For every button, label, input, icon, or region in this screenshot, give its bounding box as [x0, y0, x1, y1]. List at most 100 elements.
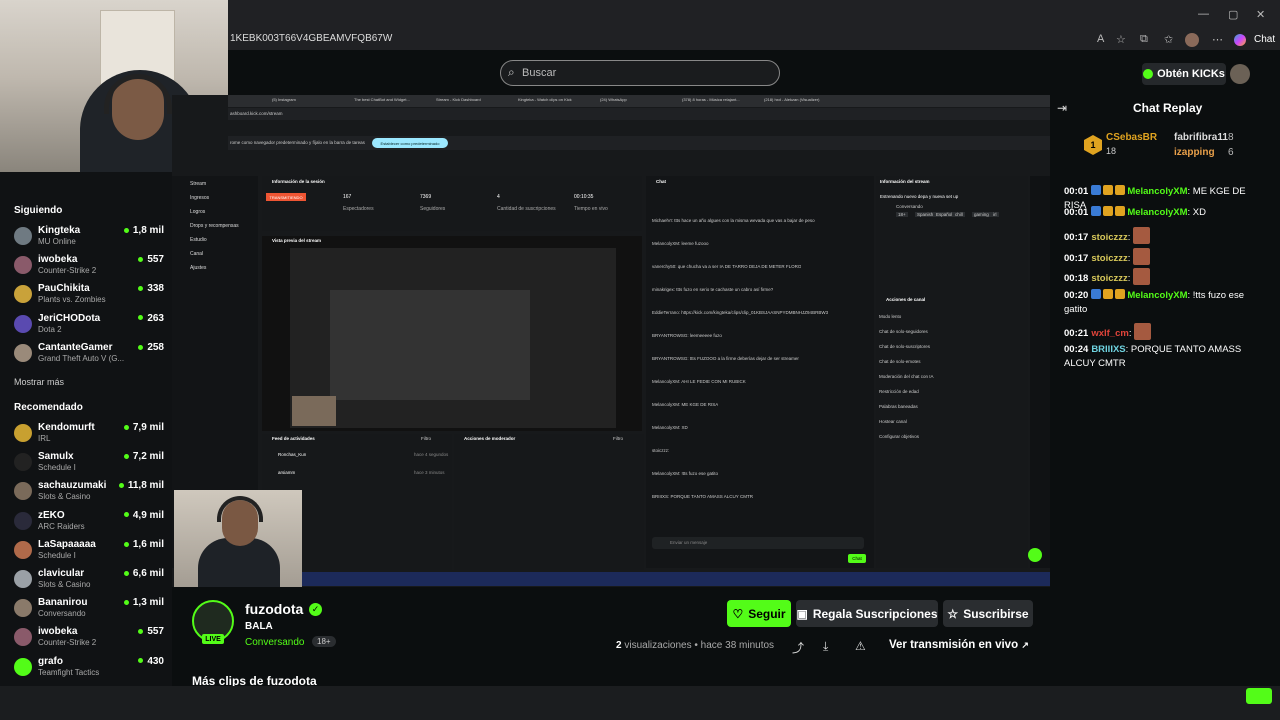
stream-tag: chill [953, 212, 965, 217]
inner-browser-tabs [228, 95, 1050, 107]
message-text: : [1127, 253, 1131, 264]
download-icon[interactable]: ⤓ [823, 639, 828, 654]
inner-url: ashboard.kick.com/stream [230, 111, 283, 116]
dashboard-nav-item: Stream [190, 181, 207, 187]
channel-name: PauChikita [38, 283, 90, 295]
message-username[interactable]: MelancolyXM [1127, 186, 1187, 197]
sidebar-channel-item[interactable]: Kendomurft IRL 7,9 mil [14, 422, 164, 450]
dashboard-nav-item: Ingresos [190, 195, 210, 201]
chat-replay-panel [1050, 95, 1280, 687]
channel-avatar-icon [14, 314, 32, 333]
dashboard-nav-item: Ajustes [190, 265, 207, 271]
stat-value: 7369 [420, 194, 432, 200]
channel-avatar-icon [14, 657, 32, 676]
sidebar-channel-item[interactable]: JeriCHODota Dota 2 263 [14, 313, 164, 341]
preview-webcam [292, 396, 336, 426]
message-username[interactable]: BRIIIXS [1091, 344, 1125, 355]
get-kicks-button[interactable]: Obtén KICKs [1142, 63, 1226, 85]
inner-chat-line: vanerchy50: que chucha va a ser IA DE TA… [652, 264, 802, 269]
crown-badge-icon [1103, 206, 1114, 216]
sidebar-channel-item[interactable]: iwobeka Counter-Strike 2 557 [14, 626, 164, 654]
stream-tag: irl [991, 212, 999, 217]
inner-status-icon [1028, 548, 1042, 562]
sidebar-channel-item[interactable]: clavicular Slots & Casino 6,6 mil [14, 568, 164, 596]
inner-chat-line: MelancolyXM: XD [652, 425, 688, 430]
show-more-link[interactable]: Mostrar más [14, 377, 64, 387]
message-username[interactable]: stoiczzz [1091, 253, 1127, 264]
follow-button[interactable]: ♡ Seguir [727, 600, 791, 627]
sidebar-channel-item[interactable]: CantanteGamer Grand Theft Auto V (G... 258 [14, 342, 164, 370]
message-username[interactable]: stoiczzz [1091, 273, 1127, 284]
category-link[interactable]: Conversando [245, 637, 304, 648]
top-gifter-1-name[interactable]: CSebasBR [1106, 132, 1157, 143]
sidebar-channel-item[interactable]: Kingteka MU Online 1,8 mil [14, 225, 164, 253]
sidebar-channel-item[interactable]: zEKO ARC Raiders 4,9 mil [14, 510, 164, 538]
sidebar-channel-item[interactable]: LaSapaaaaa Schedule I 1,6 mil [14, 539, 164, 567]
inner-chat-placeholder: Enviar un mensaje [670, 540, 708, 545]
channel-name: Kingteka [38, 225, 81, 236]
message-username[interactable]: wxlf_cm [1091, 328, 1129, 339]
top-gifter-3-name[interactable]: izapping [1174, 147, 1215, 158]
inner-tab: (5) Instagram [272, 97, 296, 102]
channel-action-item: Restricción de edad [879, 389, 919, 394]
channel-avatar-icon [14, 453, 32, 472]
crown-badge-icon [1103, 289, 1114, 299]
inner-chat-line: MelancolyXM: ME KGE DE RISA [652, 402, 719, 407]
feed-name: arsiamm [278, 470, 296, 475]
kick-corner-icon[interactable] [1246, 688, 1272, 704]
inner-chat-line: BRYANTROWSG: ttts FUZOOO a la firme debe… [652, 356, 799, 361]
copilot-chat-label[interactable]: Chat [1254, 34, 1275, 45]
user-avatar[interactable] [1230, 64, 1250, 84]
channel-name: clavicular [38, 568, 85, 579]
share-icon[interactable]: ⤴ [792, 639, 804, 656]
favorites-icon[interactable]: ✩ [1164, 33, 1173, 46]
verified-badge-icon [1091, 206, 1102, 216]
message-username[interactable]: MelancolyXM [1127, 290, 1187, 301]
stream-tag: Spanish [915, 212, 936, 217]
sidebar-channel-item[interactable]: PauChikita Plants vs. Zombies 338 [14, 283, 164, 311]
feed-time: hace 4 segundos [414, 452, 449, 457]
channel-avatar-icon [14, 227, 32, 245]
message-time: 00:21 [1064, 328, 1089, 339]
heart-icon: ♡ [732, 606, 744, 621]
profile-icon[interactable] [1185, 33, 1199, 47]
sidebar-channel-item[interactable]: grafo Teamfight Tactics 430 [14, 656, 164, 684]
maximize-icon[interactable]: ▢ [1228, 8, 1238, 21]
close-icon[interactable]: ✕ [1256, 8, 1265, 21]
message-username[interactable]: MelancolyXM [1127, 207, 1187, 218]
top-gifter-2-name[interactable]: fabrifibra11 [1174, 132, 1228, 143]
chat-message: 00:17 stoiczzz: [1064, 227, 1269, 245]
report-icon[interactable]: ⚠ [855, 639, 866, 653]
sidebar-channel-item[interactable]: sachauzumaki Slots & Casino 11,8 mil [14, 480, 164, 508]
sidebar-channel-item[interactable]: iwobeka Counter-Strike 2 557 [14, 254, 164, 282]
subscribe-button[interactable]: ☆ Suscribirse [943, 600, 1033, 627]
viewer-count: 557 [138, 254, 164, 265]
stat-value: 00:10:35 [574, 194, 594, 200]
favorite-star-icon[interactable]: ☆ [1116, 33, 1126, 46]
get-kicks-label: Obtén KICKs [1157, 68, 1225, 80]
external-link-icon: ↗ [1021, 640, 1029, 650]
more-menu-icon[interactable]: ⋯ [1212, 33, 1223, 46]
inner-tab: (24) WhatsApp [600, 97, 627, 102]
chat-message: 00:21 wxlf_cm: [1064, 323, 1269, 341]
gifter-badge-icon [1115, 206, 1126, 216]
gift-subs-button[interactable]: ▣ Regala Suscripciones [796, 600, 938, 627]
read-aloud-icon[interactable]: A [1097, 33, 1104, 45]
minimize-icon[interactable]: — [1198, 8, 1209, 20]
feed-title: Feed de actividades [272, 436, 315, 441]
sidebar-channel-item[interactable]: Bananirou Conversando 1,3 mil [14, 597, 164, 625]
extensions-icon[interactable]: ⧉ [1140, 33, 1148, 46]
top-gifter-3-count: 6 [1228, 147, 1234, 158]
sidebar-channel-item[interactable]: Samulx Schedule I 7,2 mil [14, 451, 164, 479]
url-text[interactable]: 1KEBK003T66V4GBEAMVFQB67W [230, 33, 392, 44]
collapse-chat-icon[interactable]: ⇥ [1057, 101, 1067, 115]
channel-name: Kendomurft [38, 422, 95, 433]
viewer-count: 7,9 mil [124, 422, 164, 433]
watch-live-link[interactable]: Ver transmisión en vivo ↗ [889, 639, 1029, 651]
channel-name[interactable]: fuzodota [245, 601, 303, 617]
message-username[interactable]: stoiczzz [1091, 232, 1127, 243]
status-badge: TRANSMITIENDO [266, 193, 306, 201]
verified-badge-icon [1091, 289, 1102, 299]
chat-replay-title: Chat Replay [1133, 101, 1203, 115]
copilot-icon[interactable] [1234, 34, 1246, 46]
